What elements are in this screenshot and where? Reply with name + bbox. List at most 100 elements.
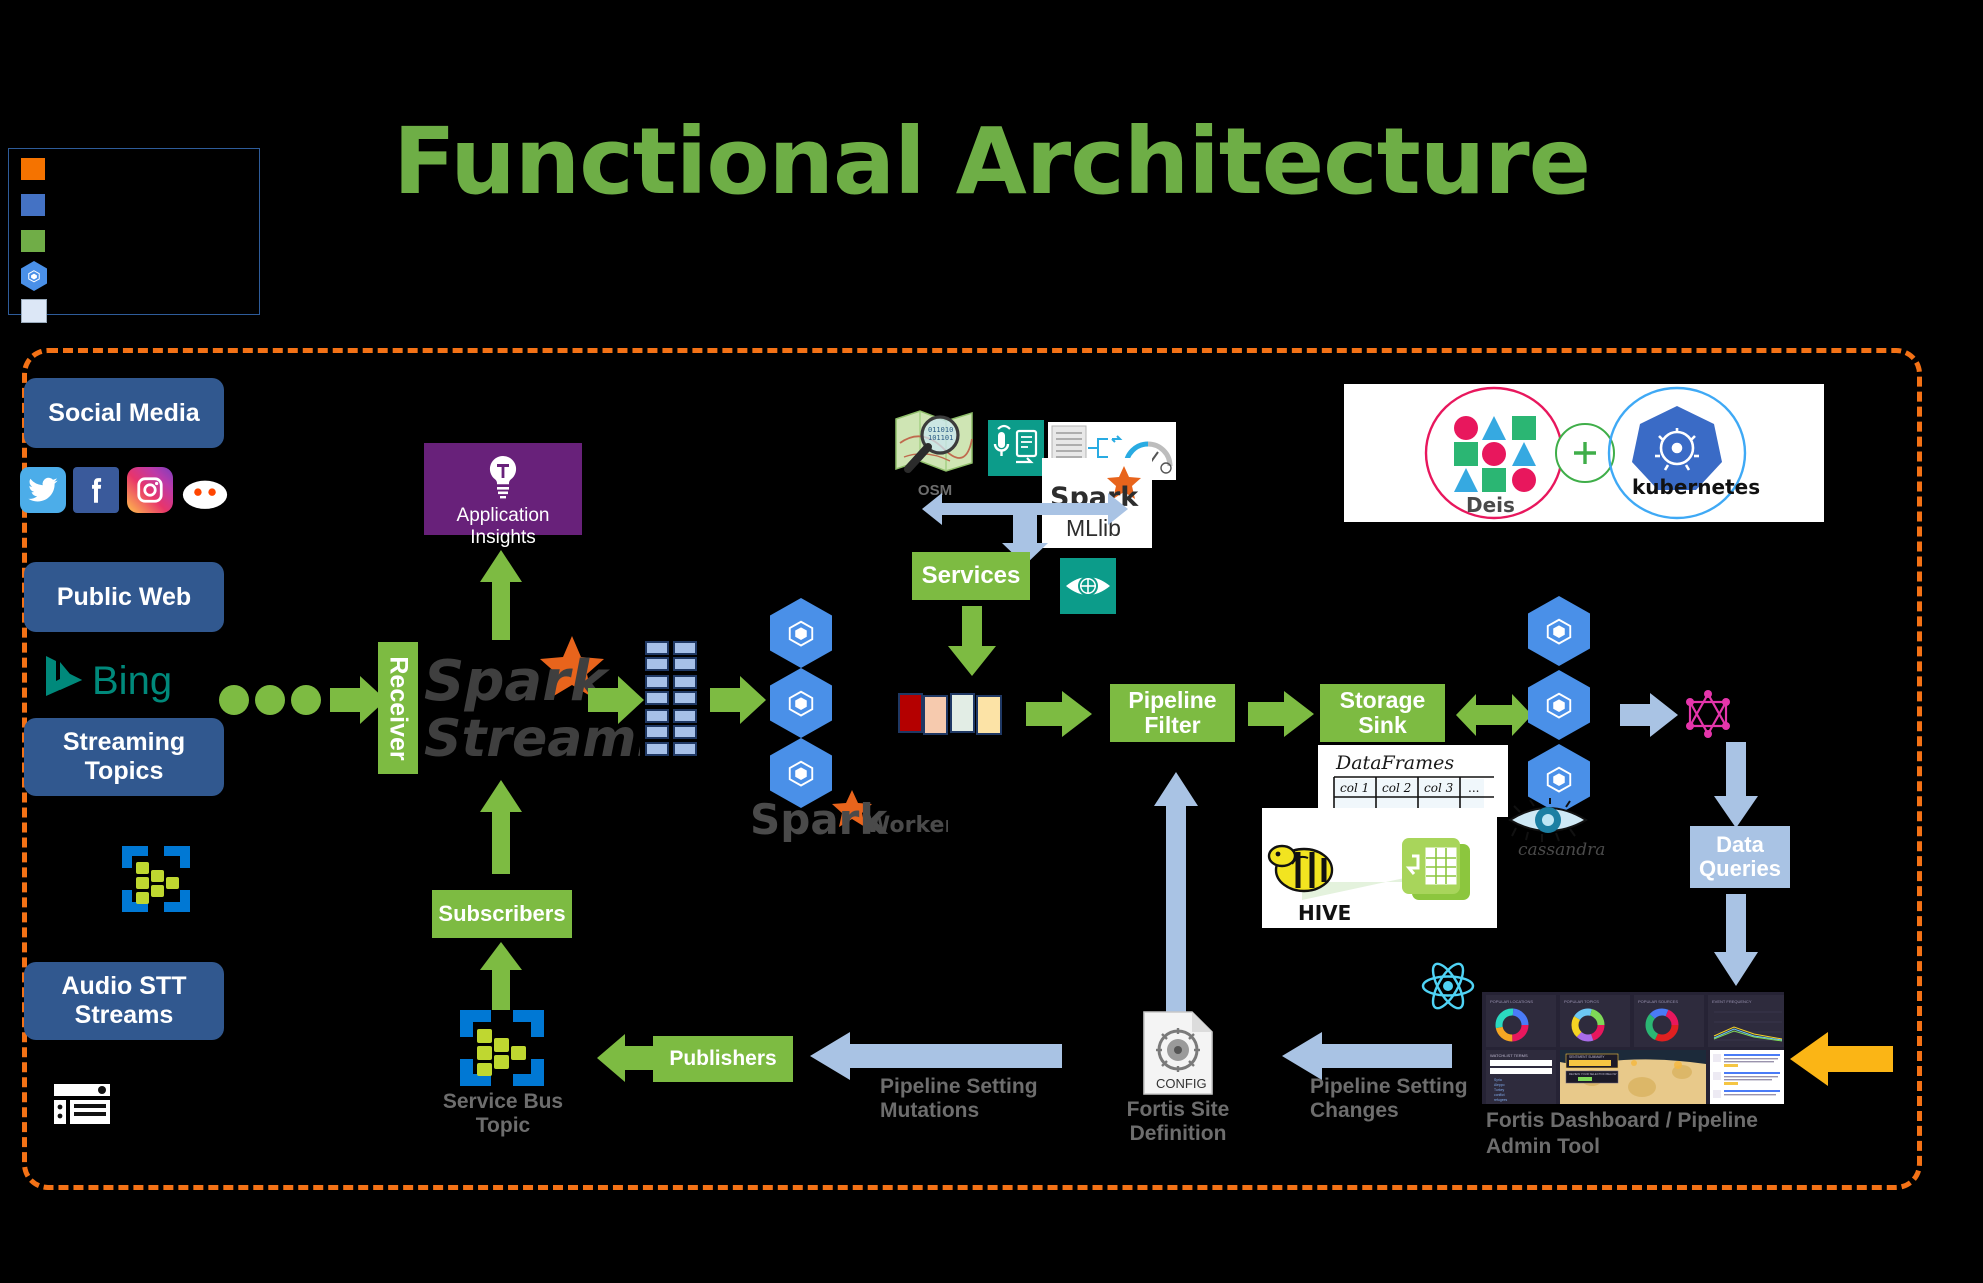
source-public-web-label: Public Web <box>56 582 192 611</box>
config-caption: Fortis Site Definition <box>1126 1098 1230 1146</box>
speech-to-text-icon <box>988 420 1044 476</box>
arrow-services-down <box>946 606 998 683</box>
arrow-publishers-to-bus <box>595 1030 657 1091</box>
data-queries-label: Data Queries <box>1699 831 1781 881</box>
service-bus-topic-caption: Service Bus Topic <box>442 1090 564 1138</box>
svg-text:DataFrames: DataFrames <box>1335 752 1454 774</box>
svg-text:Aleppo: Aleppo <box>1494 1083 1505 1087</box>
source-social-media[interactable]: Social Media <box>24 378 224 448</box>
arrow-config-to-filter <box>1152 770 1200 1025</box>
fortis-dashboard-thumbnail[interactable]: POPULAR LOCATIONS POPULAR TOPICS POPULAR… <box>1482 992 1784 1104</box>
pipeline-setting-mutations-label: Pipeline Setting Mutations <box>880 1075 1038 1123</box>
svg-text:011010: 011010 <box>928 426 953 434</box>
svg-text:SENTIMENT SUMMARY: SENTIMENT SUMMARY <box>1569 1055 1605 1059</box>
arrow-swatches-to-filter <box>1026 688 1092 745</box>
facebook-icon[interactable] <box>73 467 119 513</box>
legend-swatch-pale <box>21 299 47 323</box>
svg-text:col 1: col 1 <box>1340 781 1369 795</box>
ingest-stream-dots <box>218 680 338 725</box>
cassandra-eye-logo: cassandra <box>1500 798 1620 860</box>
application-insights-card[interactable]: Application Insights <box>424 443 582 548</box>
bing-logo: Bing <box>30 650 215 706</box>
arrow-bus-to-subscribers <box>478 940 524 1015</box>
pipeline-filter-box[interactable]: Pipeline Filter <box>1110 684 1235 742</box>
svg-text:Turkey: Turkey <box>1494 1088 1505 1092</box>
source-audio-stt[interactable]: Audio STT Streams <box>24 962 224 1040</box>
svg-text:Syria: Syria <box>1494 1078 1502 1082</box>
source-social-media-label: Social Media <box>48 398 200 427</box>
svg-text:col 2: col 2 <box>1382 781 1411 795</box>
source-streaming-topics-label: Streaming Topics <box>62 728 186 785</box>
page-title: Functional Architecture <box>393 108 1591 215</box>
service-bus-icon <box>118 840 194 918</box>
subscribers-label: Subscribers <box>438 900 566 926</box>
source-streaming-topics[interactable]: Streaming Topics <box>24 718 224 796</box>
twitter-icon[interactable] <box>20 467 66 513</box>
pipeline-setting-changes-label: Pipeline Setting Changes <box>1310 1075 1468 1123</box>
application-insights-label: Application Insights <box>456 505 550 548</box>
dataframes-sketch: DataFrames col 1 col 2 col 3 ... <box>1318 745 1508 817</box>
arrow-spark-to-buffer <box>588 672 644 733</box>
fortis-dashboard-caption: Fortis Dashboard / Pipeline Admin Tool <box>1486 1109 1758 1158</box>
svg-text:101101: 101101 <box>928 434 953 442</box>
arrow-to-application-insights <box>478 548 524 640</box>
legend-swatch-blue <box>21 194 45 216</box>
arrow-queries-to-dashboard <box>1712 894 1760 993</box>
svg-text:col 3: col 3 <box>1424 781 1454 795</box>
arrow-graphql-to-queries <box>1712 742 1760 835</box>
spark-workers-logo: Spark Workers <box>748 790 968 844</box>
osm-map-icon: 011010 101101 <box>892 405 978 483</box>
svg-text:POPULAR TOPICS: POPULAR TOPICS <box>1564 999 1599 1004</box>
storage-sink-label: Storage Sink <box>1339 686 1426 738</box>
legend-swatch-orange <box>21 158 45 180</box>
reddit-icon[interactable] <box>182 470 228 516</box>
svg-text:Deis: Deis <box>1466 493 1515 517</box>
arrow-filter-to-sink <box>1248 688 1314 745</box>
lightbulb-icon <box>481 453 525 504</box>
receiver-label: Receiver <box>384 655 413 761</box>
publishers-box[interactable]: Publishers <box>653 1036 793 1082</box>
subscribers-box[interactable]: Subscribers <box>432 890 572 938</box>
svg-text:REVIEW YOUR SELECTION BELOW: REVIEW YOUR SELECTION BELOW <box>1569 1072 1617 1076</box>
pipeline-filter-label: Pipeline Filter <box>1128 686 1217 738</box>
radio-stream-icon <box>52 1082 114 1126</box>
source-public-web[interactable]: Public Web <box>24 562 224 632</box>
storage-sink-box[interactable]: Storage Sink <box>1320 684 1445 742</box>
arrow-sink-to-cassandra <box>1456 690 1532 745</box>
arrow-cassandra-to-graphql <box>1620 690 1678 745</box>
svg-text:conflict: conflict <box>1494 1093 1505 1097</box>
svg-text:refugees: refugees <box>1494 1098 1507 1102</box>
legend-box <box>8 148 260 323</box>
svg-text:CONFIG: CONFIG <box>1156 1076 1207 1091</box>
services-label: Services <box>921 561 1021 589</box>
svg-text:Workers: Workers <box>866 813 948 838</box>
graphql-icon <box>1682 686 1734 742</box>
svg-text:POPULAR SOURCES: POPULAR SOURCES <box>1638 999 1678 1004</box>
data-queries-box[interactable]: Data Queries <box>1690 826 1790 888</box>
svg-text:WATCHLIST TERMS: WATCHLIST TERMS <box>1490 1053 1528 1058</box>
data-swatch-group <box>898 692 1004 741</box>
legend-swatch-green <box>21 230 45 252</box>
instagram-icon[interactable] <box>127 467 173 513</box>
arrow-subscribers-to-spark <box>478 778 524 879</box>
source-audio-stt-label: Audio STT Streams <box>61 972 187 1029</box>
receiver-box[interactable]: Receiver <box>378 642 418 774</box>
svg-text:cassandra: cassandra <box>1518 840 1605 858</box>
event-buffer-grid <box>645 640 699 765</box>
svg-text:HIVE: HIVE <box>1298 901 1351 925</box>
svg-text:EVENT FREQUENCY: EVENT FREQUENCY <box>1712 999 1752 1004</box>
react-icon <box>1420 960 1476 1012</box>
svg-text:kubernetes: kubernetes <box>1632 475 1760 499</box>
legend-swatch-hexagon <box>21 261 47 291</box>
deis-kubernetes-panel: Deis kubernetes <box>1344 384 1824 522</box>
service-bus-topic-icon <box>455 1005 549 1091</box>
user-input-arrow <box>1788 1030 1893 1093</box>
services-box[interactable]: Services <box>912 552 1030 600</box>
svg-text:Bing: Bing <box>92 659 172 703</box>
config-document-icon: CONFIG <box>1142 1010 1214 1096</box>
svg-text:POPULAR LOCATIONS: POPULAR LOCATIONS <box>1490 999 1533 1004</box>
svg-text:Spark: Spark <box>424 649 611 714</box>
arrow-buffer-to-workers <box>710 672 766 733</box>
svg-text:...: ... <box>1468 781 1479 795</box>
publishers-label: Publishers <box>669 1047 777 1071</box>
